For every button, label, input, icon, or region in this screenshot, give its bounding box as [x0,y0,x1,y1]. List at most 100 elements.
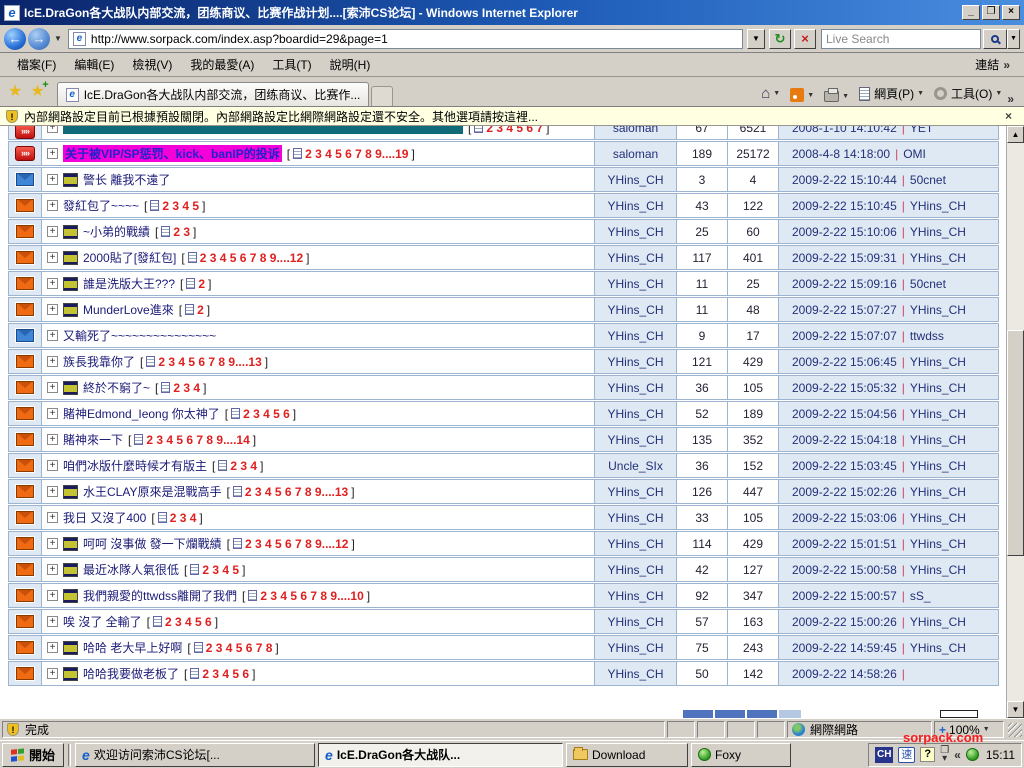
topic-title-link[interactable]: 最近冰隊人氣很低 [83,561,179,578]
topic-author-cell[interactable]: YHins_CH [594,584,676,607]
lastpost-author[interactable]: YHins_CH [910,459,966,473]
lastpost-author[interactable]: 50cnet [910,277,946,291]
expand-button[interactable]: + [47,278,58,289]
add-favorite-icon[interactable]: ★ [30,81,44,101]
topic-title-link[interactable]: 誰是洗版大王??? [83,275,175,292]
topic-title-link[interactable]: 我們親愛的ttwdss離開了我們 [83,587,237,604]
minimize-button[interactable]: _ [962,5,980,20]
lastpost-author[interactable]: YHins_CH [910,433,966,447]
menu-help[interactable]: 說明(H) [321,53,380,76]
restore-button[interactable]: ❐ [982,5,1000,20]
start-button[interactable]: 開始 [2,743,64,767]
expand-button[interactable]: + [47,668,58,679]
expand-button[interactable]: + [47,252,58,263]
page-numbers[interactable]: 2 3 4 5 6 [243,407,290,421]
feeds-button[interactable]: ▼ [790,88,814,102]
page-links[interactable]: [2 3 4 5 6 ] [184,667,255,681]
page-numbers[interactable]: 2 3 4 [170,511,197,525]
hide-tray-icons-chevron[interactable]: « [954,748,961,762]
page-numbers[interactable]: 2 3 4 5 6 7 8 9....12 [245,537,348,551]
topic-author-cell[interactable]: saloman [594,142,676,165]
topic-author-cell[interactable]: YHins_CH [594,350,676,373]
page-links[interactable]: [2 3 4 5 6 7 ] [468,126,549,135]
lastpost-author[interactable]: YHins_CH [910,199,966,213]
page-numbers[interactable]: 2 3 4 5 6 7 8 9....10 [260,589,363,603]
active-tab[interactable]: e IcE.DraGon各大战队内部交流，团练商议、比赛作... [57,82,370,106]
lastpost-author[interactable]: YHins_CH [910,641,966,655]
expand-button[interactable]: + [47,330,58,341]
url-field[interactable]: e http://www.sorpack.com/index.asp?board… [68,29,743,49]
page-numbers[interactable]: 2 3 4 5 6 7 8 9....13 [245,485,348,499]
links-label[interactable]: 連結 [975,56,1003,73]
scroll-up-button[interactable]: ▲ [1007,126,1024,143]
search-options-dropdown[interactable]: ▼ [1007,29,1020,49]
back-button[interactable]: ← [4,28,26,50]
topic-title-link[interactable]: 咱們冰版什麼時候才有版主 [63,457,207,474]
topic-title-link[interactable]: 又輸死了~~~~~~~~~~~~~~~ [63,327,216,344]
lastpost-author[interactable]: sS_ [910,589,931,603]
taskbar-task-3[interactable]: Download [566,743,688,767]
page-numbers[interactable]: 2 3 4 5 6 7 [486,126,543,135]
lastpost-author[interactable]: ttwdss [910,329,944,343]
information-bar-close-icon[interactable]: × [999,109,1018,123]
page-links[interactable]: [2 3 4 5 6 7 8 9....19 ] [287,147,415,161]
tray-foxy-icon[interactable] [966,748,979,761]
information-bar-text[interactable]: 內部網路設定目前已根據預設關閉。內部網路設定比網際網路設定還不安全。其他選項請按… [24,108,999,125]
page-links[interactable]: [2 3 4 5 ] [144,199,205,213]
topic-title-link[interactable]: 賭神Edmond_Ieong 你太神了 [63,405,220,422]
topic-author-cell[interactable]: YHins_CH [594,376,676,399]
page-links[interactable]: [2 3 4 ] [151,511,202,525]
recent-pages-dropdown-icon[interactable]: ▼ [54,34,62,43]
expand-button[interactable]: + [47,226,58,237]
taskbar-task-1[interactable]: e 欢迎访问索沛CS论坛[... [75,743,315,767]
menu-tools[interactable]: 工具(T) [263,53,320,76]
expand-button[interactable]: + [47,148,58,159]
topic-author-cell[interactable]: YHins_CH [594,324,676,347]
topic-author-cell[interactable]: Uncle_SIx [594,454,676,477]
taskbar-task-4[interactable]: Foxy [691,743,791,767]
topic-author-cell[interactable]: saloman [594,126,676,139]
expand-button[interactable]: + [47,356,58,367]
page-numbers[interactable]: 2 3 4 5 6 7 8 [206,641,273,655]
stop-button[interactable]: × [794,29,816,49]
new-tab-stub[interactable] [371,86,393,106]
forward-button[interactable]: → [28,28,50,50]
page-links[interactable]: [2 3 4 ] [155,381,206,395]
page-links[interactable]: [2 3 4 5 6 ] [225,407,296,421]
lastpost-author[interactable]: YHins_CH [910,381,966,395]
expand-button[interactable]: + [47,590,58,601]
lastpost-author[interactable]: YHins_CH [910,407,966,421]
topic-author-cell[interactable]: YHins_CH [594,506,676,529]
topic-author-cell[interactable]: YHins_CH [594,558,676,581]
page-links[interactable]: [2 3 4 5 6 7 8 9....12 ] [227,537,355,551]
lastpost-author[interactable]: YHins_CH [910,615,966,629]
expand-button[interactable]: + [47,512,58,523]
expand-button[interactable]: + [47,460,58,471]
lastpost-author[interactable]: YHins_CH [910,303,966,317]
page-numbers[interactable]: 2 3 4 5 6 7 8 9....19 [305,147,408,161]
page-numbers[interactable]: 2 3 4 5 6 7 8 9....13 [158,355,261,369]
topic-title-link[interactable]: 發紅包了~~~~ [63,197,139,214]
page-numbers[interactable]: 2 3 4 5 6 [165,615,212,629]
page-numbers[interactable]: 2 3 4 5 6 [202,667,249,681]
taskbar-task-2[interactable]: e IcE.DraGon各大战队... [318,743,563,767]
selected-title-block[interactable] [63,126,463,134]
topic-title-link[interactable]: ~小弟的戰績 [83,223,150,240]
lastpost-author[interactable]: YHins_CH [910,251,966,265]
lastpost-author[interactable]: OMI [903,147,926,161]
expand-button[interactable]: + [47,126,58,133]
lastpost-author[interactable]: YHins_CH [910,355,966,369]
scrollbar-thumb[interactable] [1007,330,1024,556]
page-links[interactable]: [2 3 4 5 6 ] [147,615,218,629]
page-numbers[interactable]: 2 3 [173,225,190,239]
page-numbers[interactable]: 2 [197,303,204,317]
lastpost-author[interactable]: YHins_CH [910,225,966,239]
ime-help-icon[interactable]: ? [920,747,935,762]
vertical-scrollbar[interactable]: ▲ ▼ [1006,126,1024,718]
page-links[interactable]: [2 ] [179,303,210,317]
lastpost-author[interactable]: YHins_CH [910,485,966,499]
page-numbers[interactable]: 2 3 4 5 [202,563,239,577]
page-links[interactable]: [2 3 4 5 6 7 8 9....14 ] [128,433,256,447]
lastpost-author[interactable]: YHins_CH [910,511,966,525]
expand-button[interactable]: + [47,538,58,549]
